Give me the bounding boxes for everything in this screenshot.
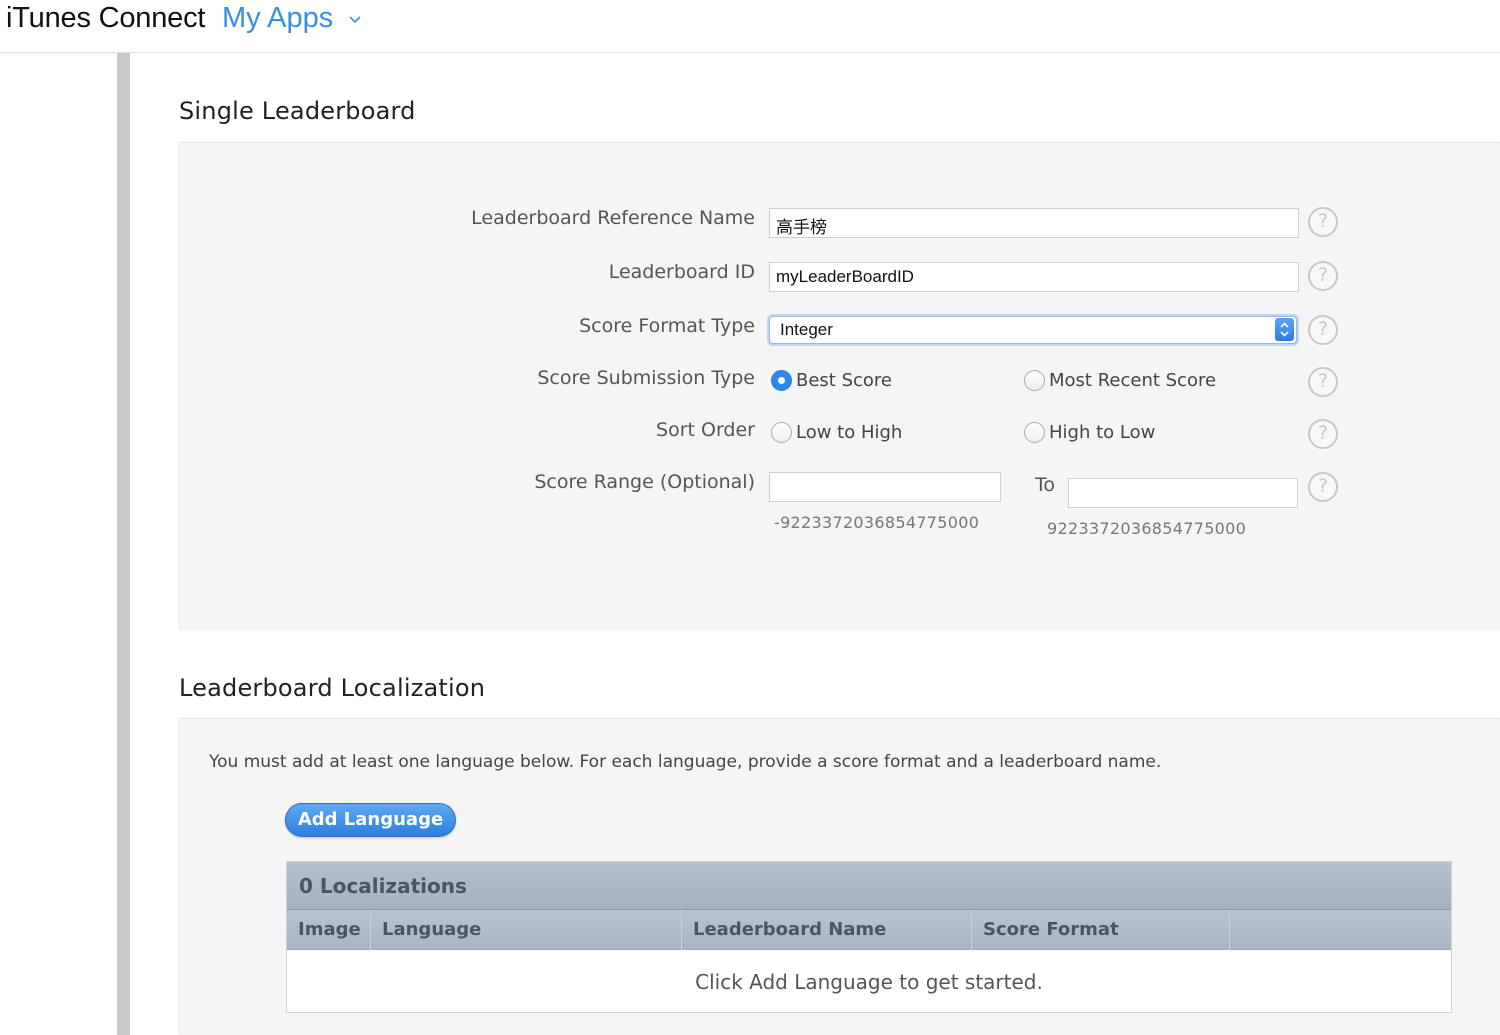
table-title-bar: 0 Localizations: [287, 862, 1451, 910]
radio-most-recent-score[interactable]: [1024, 370, 1045, 391]
score-format-value: Integer: [780, 320, 833, 339]
main-content: Single Leaderboard Leaderboard Reference…: [130, 53, 1500, 1035]
add-language-button[interactable]: Add Language: [285, 803, 456, 837]
score-format-select[interactable]: Integer: [769, 316, 1297, 344]
ref-name-label: Leaderboard Reference Name: [471, 207, 755, 229]
help-icon[interactable]: ?: [1308, 207, 1338, 237]
table-title: 0 Localizations: [299, 874, 467, 898]
localizations-table: 0 Localizations Image Language Leaderboa…: [286, 861, 1452, 1013]
score-range-min-hint: -9223372036854775000: [774, 513, 980, 532]
column-header-leaderboard-name[interactable]: Leaderboard Name: [682, 910, 972, 950]
help-icon[interactable]: ?: [1308, 472, 1338, 502]
submission-type-label: Score Submission Type: [537, 367, 755, 389]
help-icon[interactable]: ?: [1308, 315, 1338, 345]
leaderboard-id-input[interactable]: myLeaderBoardID: [769, 262, 1299, 292]
score-range-label: Score Range (Optional): [534, 471, 755, 493]
my-apps-menu[interactable]: My Apps: [222, 2, 333, 35]
localization-description: You must add at least one language below…: [209, 752, 1162, 772]
column-header-image[interactable]: Image: [287, 910, 371, 950]
leaderboard-id-label: Leaderboard ID: [608, 261, 755, 283]
column-header-score-format[interactable]: Score Format: [972, 910, 1230, 950]
localization-title: Leaderboard Localization: [179, 674, 486, 702]
sort-order-label: Sort Order: [656, 419, 755, 441]
radio-high-to-low[interactable]: [1024, 422, 1045, 443]
score-format-label: Score Format Type: [579, 315, 755, 337]
low-to-high-label[interactable]: Low to High: [796, 422, 902, 443]
help-icon[interactable]: ?: [1308, 419, 1338, 449]
score-range-max-hint: 9223372036854775000: [1047, 519, 1247, 538]
high-to-low-label[interactable]: High to Low: [1049, 422, 1155, 443]
table-header-row: Image Language Leaderboard Name Score Fo…: [287, 910, 1451, 950]
best-score-label[interactable]: Best Score: [796, 370, 892, 391]
left-rail: [117, 53, 130, 1035]
table-empty-message: Click Add Language to get started.: [695, 970, 1043, 994]
score-range-to-label: To: [1035, 474, 1056, 496]
score-range-max-input[interactable]: [1068, 478, 1298, 508]
chevron-down-icon[interactable]: [347, 12, 363, 28]
single-leaderboard-title: Single Leaderboard: [179, 97, 416, 125]
most-recent-score-label[interactable]: Most Recent Score: [1049, 370, 1216, 391]
localization-panel: You must add at least one language below…: [179, 718, 1500, 1035]
column-header-language[interactable]: Language: [371, 910, 682, 950]
updown-arrows-icon: [1275, 318, 1294, 341]
score-range-min-input[interactable]: [769, 472, 1001, 502]
brand-title[interactable]: iTunes Connect: [6, 2, 205, 35]
top-bar: iTunes Connect My Apps: [0, 0, 1500, 53]
ref-name-input[interactable]: 高手榜: [769, 208, 1299, 238]
radio-low-to-high[interactable]: [771, 422, 792, 443]
help-icon[interactable]: ?: [1308, 367, 1338, 397]
radio-best-score[interactable]: [771, 370, 792, 391]
single-leaderboard-panel: Leaderboard Reference Name 高手榜 ? Leaderb…: [179, 142, 1500, 629]
help-icon[interactable]: ?: [1308, 261, 1338, 291]
